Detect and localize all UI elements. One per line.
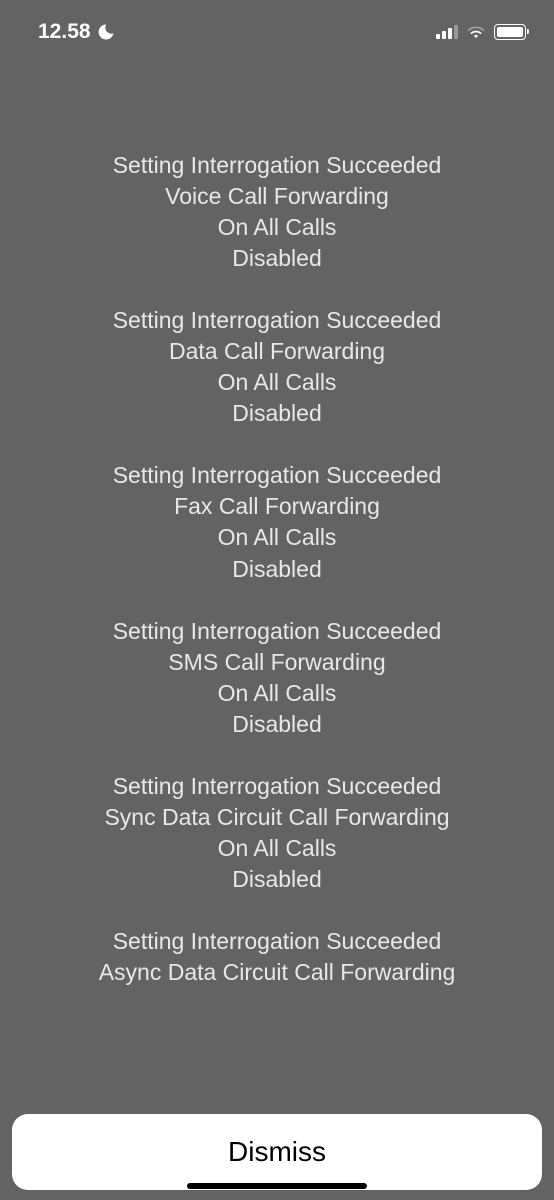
- result-block: Setting Interrogation Succeeded Sync Dat…: [0, 771, 554, 895]
- result-block: Setting Interrogation Succeeded Async Da…: [0, 926, 554, 988]
- result-service: Sync Data Circuit Call Forwarding: [0, 802, 554, 833]
- result-status: Setting Interrogation Succeeded: [0, 771, 554, 802]
- result-block: Setting Interrogation Succeeded Data Cal…: [0, 305, 554, 429]
- battery-icon: [494, 24, 526, 40]
- result-block: Setting Interrogation Succeeded Voice Ca…: [0, 150, 554, 274]
- result-status: Setting Interrogation Succeeded: [0, 616, 554, 647]
- result-condition: On All Calls: [0, 833, 554, 864]
- result-status: Setting Interrogation Succeeded: [0, 926, 554, 957]
- result-block: Setting Interrogation Succeeded SMS Call…: [0, 616, 554, 740]
- result-status: Setting Interrogation Succeeded: [0, 460, 554, 491]
- wifi-icon: [466, 24, 486, 40]
- result-block: Setting Interrogation Succeeded Fax Call…: [0, 460, 554, 584]
- result-state: Disabled: [0, 864, 554, 895]
- result-state: Disabled: [0, 243, 554, 274]
- result-status: Setting Interrogation Succeeded: [0, 305, 554, 336]
- result-service: Async Data Circuit Call Forwarding: [0, 957, 554, 988]
- result-service: Data Call Forwarding: [0, 336, 554, 367]
- dismiss-container: Dismiss: [12, 1114, 542, 1190]
- result-state: Disabled: [0, 554, 554, 585]
- result-condition: On All Calls: [0, 367, 554, 398]
- status-bar: 12.58: [0, 0, 554, 50]
- result-condition: On All Calls: [0, 212, 554, 243]
- result-service: SMS Call Forwarding: [0, 647, 554, 678]
- result-state: Disabled: [0, 398, 554, 429]
- dismiss-button[interactable]: Dismiss: [12, 1114, 542, 1190]
- status-time: 12.58: [38, 20, 91, 44]
- result-status: Setting Interrogation Succeeded: [0, 150, 554, 181]
- interrogation-results: Setting Interrogation Succeeded Voice Ca…: [0, 50, 554, 988]
- result-service: Voice Call Forwarding: [0, 181, 554, 212]
- result-state: Disabled: [0, 709, 554, 740]
- do-not-disturb-icon: [97, 23, 115, 41]
- result-condition: On All Calls: [0, 678, 554, 709]
- home-indicator[interactable]: [187, 1183, 367, 1189]
- status-left: 12.58: [38, 20, 115, 44]
- status-right: [436, 24, 526, 40]
- result-condition: On All Calls: [0, 522, 554, 553]
- cellular-signal-icon: [436, 25, 458, 39]
- result-service: Fax Call Forwarding: [0, 491, 554, 522]
